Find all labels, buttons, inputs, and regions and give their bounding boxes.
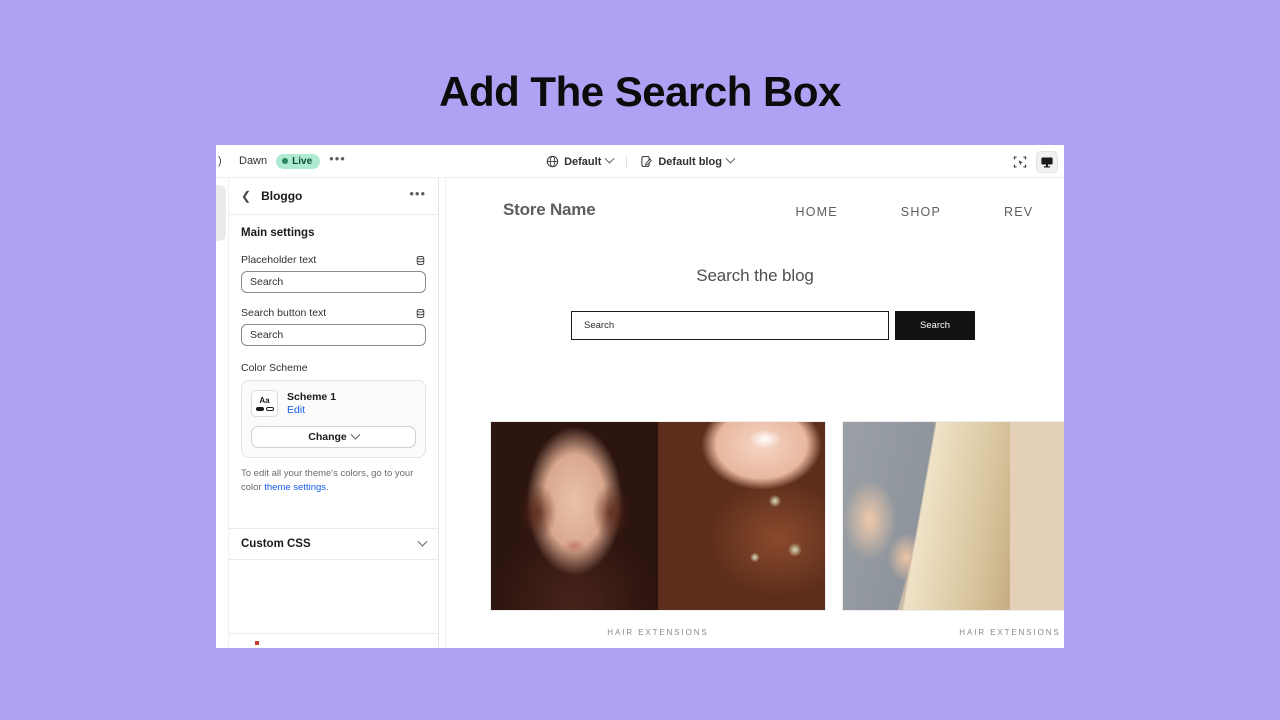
topbar-divider [626,154,628,169]
nav-item-home[interactable]: HOME [795,205,837,219]
color-scheme-swatch: Aa [251,390,278,417]
live-dot-icon [282,158,289,164]
store-name: Store Name [503,199,596,219]
article-card-media [490,421,826,611]
custom-css-label: Custom CSS [241,538,311,550]
combing-blond-extensions-photo [843,422,1010,610]
placeholder-text-input[interactable]: Search [241,271,426,293]
sidebar-section-title: Bloggo [261,189,303,203]
color-scheme-card: Aa Scheme 1 Edit Change [241,380,426,458]
article-card[interactable]: HAIR EXTENSIONS Styling Blond Hair Exten [842,421,1064,648]
swatch-shapes [255,406,274,411]
blog-search-row: Search Search [446,311,1064,340]
main-settings-heading: Main settings [241,227,315,239]
sidebar-header: ❮ Bloggo ••• [229,178,438,215]
color-scheme-row: Aa Scheme 1 Edit [251,390,416,417]
article-card-kicker: HAIR EXTENSIONS [607,628,709,637]
article-card-media [842,421,1064,611]
admin-topbar: ) Dawn Live ••• Default Default blog [216,145,1064,178]
store-header: Store Name HOME SHOP REV [446,178,1064,241]
status-badge: Live [276,153,321,169]
store-nav: HOME SHOP REV [795,205,1033,219]
inspector-icon [1013,156,1027,167]
theme-more-actions-button[interactable]: ••• [329,152,346,167]
dynamic-source-icon[interactable] [415,308,426,319]
chevron-down-icon [417,536,428,547]
dynamic-source-icon[interactable] [415,255,426,266]
search-button-text-label: Search button text [241,307,327,319]
blog-selector-label: Default blog [658,155,722,168]
chevron-down-icon [725,153,736,164]
left-rail-tab[interactable] [216,185,226,241]
swatch-outline-pill-icon [265,406,274,411]
custom-css-accordion[interactable]: Custom CSS [229,528,438,560]
chevron-left-icon[interactable]: ❮ [241,190,251,202]
color-scheme-label: Color Scheme [241,362,308,374]
change-scheme-button[interactable]: Change [251,426,416,448]
locale-selector[interactable]: Default [546,153,615,168]
desktop-icon [1041,156,1053,167]
device-preview-button[interactable] [1036,150,1058,173]
article-card-list: HAIR EXTENSIONS Copper Hair Extensions H… [446,421,1064,648]
nav-item-shop[interactable]: SHOP [901,205,941,219]
color-scheme-edit-link[interactable]: Edit [287,404,336,416]
blog-search-heading: Search the blog [696,266,814,285]
blog-edit-icon [641,156,653,167]
article-card-kicker: HAIR EXTENSIONS [959,628,1061,637]
sidebar-body: Main settings Placeholder text Search Se… [229,215,438,496]
swatch-aa-label: Aa [259,395,270,405]
cream-closeup-photo [1010,422,1064,610]
bride-floral-hair-photo [658,422,825,610]
blog-search-section: Search the blog Search Search [446,241,1064,340]
topbar-partial-glyph: ) [218,155,222,167]
theme-name-label[interactable]: Dawn [239,155,267,167]
page-title: Add The Search Box [439,68,841,115]
globe-icon [546,155,559,168]
screenshot-frame: ) Dawn Live ••• Default Default blog ❮ B… [216,145,1064,648]
placeholder-text-label: Placeholder text [241,254,317,266]
color-scheme-help-text: To edit all your theme's colors, go to y… [241,467,426,496]
notification-dot-icon [255,641,259,645]
storefront-preview: Store Name HOME SHOP REV Search the blog… [445,178,1064,648]
field-spacer [241,293,426,307]
article-card-body: HAIR EXTENSIONS Copper Hair Extensions H… [490,611,826,648]
sidebar-more-actions-button[interactable]: ••• [409,187,426,202]
search-button-text-label-row: Search button text [241,307,426,319]
redhead-portrait-photo [491,422,658,610]
article-card[interactable]: HAIR EXTENSIONS Copper Hair Extensions H… [490,421,826,648]
placeholder-text-label-row: Placeholder text [241,254,426,266]
locale-selector-label: Default [564,155,602,168]
chevron-down-icon [350,429,361,440]
blog-selector[interactable]: Default blog [640,153,736,168]
storefront-search-button[interactable]: Search [895,311,975,340]
change-scheme-label: Change [308,431,347,443]
color-scheme-name: Scheme 1 [287,391,337,403]
status-badge-label: Live [292,155,313,167]
settings-sidebar: ❮ Bloggo ••• Main settings Placeholder t… [228,178,439,648]
chevron-down-icon [604,153,615,164]
help-text-suffix: . [326,482,329,494]
topbar-right-group [1009,145,1058,178]
nav-item-reviews[interactable]: REV [1004,205,1033,219]
sidebar-empty-panel [229,560,438,634]
color-scheme-info: Scheme 1 Edit [287,391,336,416]
topbar-left-group: ) Dawn Live ••• [216,152,346,169]
search-button-text-input[interactable]: Search [241,324,426,346]
article-card-body: HAIR EXTENSIONS Styling Blond Hair Exten [842,611,1064,648]
inspector-toggle-button[interactable] [1009,151,1031,173]
swatch-filled-pill-icon [255,406,264,411]
theme-settings-link[interactable]: theme settings [264,482,326,493]
storefront-search-input[interactable]: Search [571,311,889,340]
